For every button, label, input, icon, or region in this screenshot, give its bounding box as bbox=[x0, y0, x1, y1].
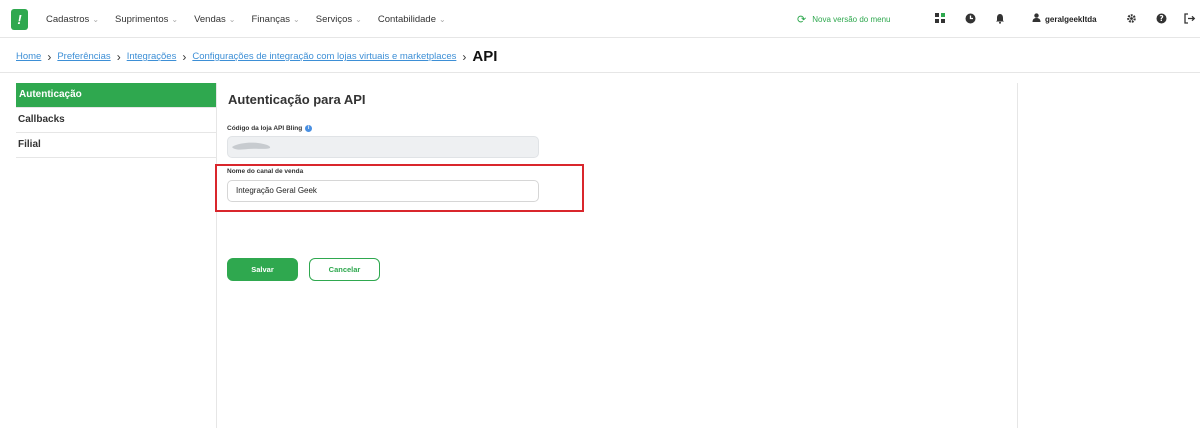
svg-text:?: ? bbox=[1159, 14, 1163, 23]
sidebar-item-branch[interactable]: Filial bbox=[16, 133, 216, 158]
chevron-right-icon: › bbox=[182, 49, 187, 64]
cancel-button[interactable]: Cancelar bbox=[309, 258, 380, 281]
breadcrumb: Home › Preferências › Integrações › Conf… bbox=[16, 48, 497, 65]
menu-item-cadastros[interactable]: Cadastros ⌄ bbox=[46, 14, 99, 25]
chevron-right-icon: › bbox=[116, 49, 121, 64]
chevron-down-icon: ⌄ bbox=[228, 14, 236, 24]
channel-name-input[interactable]: Integração Geral Geek bbox=[227, 180, 539, 202]
menu-item-contabilidade[interactable]: Contabilidade ⌄ bbox=[378, 14, 446, 25]
divider bbox=[0, 72, 1200, 73]
menu-item-financas[interactable]: Finanças ⌄ bbox=[251, 14, 299, 25]
chevron-down-icon: ⌄ bbox=[293, 14, 300, 24]
user-menu[interactable]: geralgeekltda bbox=[1032, 13, 1097, 25]
save-button[interactable]: Salvar bbox=[227, 258, 298, 281]
menu-item-suprimentos[interactable]: Suprimentos ⌄ bbox=[115, 14, 178, 25]
bling-logo[interactable]: ! bbox=[11, 9, 28, 30]
menu-item-vendas[interactable]: Vendas ⌄ bbox=[194, 14, 235, 25]
chevron-down-icon: ⌄ bbox=[171, 14, 179, 24]
store-code-label: Código da loja API Bling i bbox=[227, 125, 313, 132]
sidebar-item-callbacks[interactable]: Callbacks bbox=[16, 108, 216, 133]
store-code-field bbox=[227, 136, 539, 158]
user-icon bbox=[1032, 13, 1041, 25]
help-icon[interactable]: ? bbox=[1154, 11, 1168, 25]
menu-item-servicos[interactable]: Serviços ⌄ bbox=[316, 14, 362, 25]
main-menu: Cadastros ⌄ Suprimentos ⌄ Vendas ⌄ Finanças… bbox=[46, 0, 462, 38]
top-navbar: ! Cadastros ⌄ Suprimentos ⌄ Vendas ⌄ Finanç… bbox=[0, 0, 1200, 38]
logout-icon[interactable] bbox=[1183, 11, 1197, 25]
chevron-right-icon: › bbox=[462, 49, 467, 64]
channel-name-label: Nome do canal de venda bbox=[227, 168, 304, 175]
info-icon[interactable]: i bbox=[305, 125, 313, 132]
breadcrumb-preferences-link[interactable]: Preferências bbox=[57, 51, 110, 62]
sync-icon: ⟳ bbox=[797, 14, 807, 26]
breadcrumb-home-link[interactable]: Home bbox=[16, 51, 41, 62]
chevron-down-icon: ⌄ bbox=[92, 14, 100, 24]
page-title: API bbox=[472, 48, 498, 65]
apps-grid-icon[interactable] bbox=[933, 11, 947, 25]
content-divider bbox=[1017, 83, 1018, 428]
chevron-down-icon: ⌄ bbox=[355, 14, 362, 24]
bell-icon[interactable] bbox=[993, 11, 1007, 25]
chevron-right-icon: › bbox=[47, 49, 52, 64]
clock-icon[interactable] bbox=[963, 11, 977, 25]
breadcrumb-config-link[interactable]: Configurações de integração com lojas vi… bbox=[192, 51, 456, 62]
settings-sidebar: Autenticação Callbacks Filial bbox=[16, 83, 216, 158]
gear-icon[interactable] bbox=[1124, 11, 1138, 25]
breadcrumb-integrations-link[interactable]: Integrações bbox=[127, 51, 177, 62]
section-title: Autenticação para API bbox=[228, 92, 366, 107]
sidebar-item-authentication[interactable]: Autenticação bbox=[16, 83, 216, 108]
chevron-down-icon: ⌄ bbox=[438, 14, 446, 24]
sidebar-divider bbox=[216, 83, 217, 428]
new-menu-version-link[interactable]: ⟳ Nova versão do menu bbox=[797, 13, 890, 26]
redacted-value bbox=[232, 142, 271, 150]
